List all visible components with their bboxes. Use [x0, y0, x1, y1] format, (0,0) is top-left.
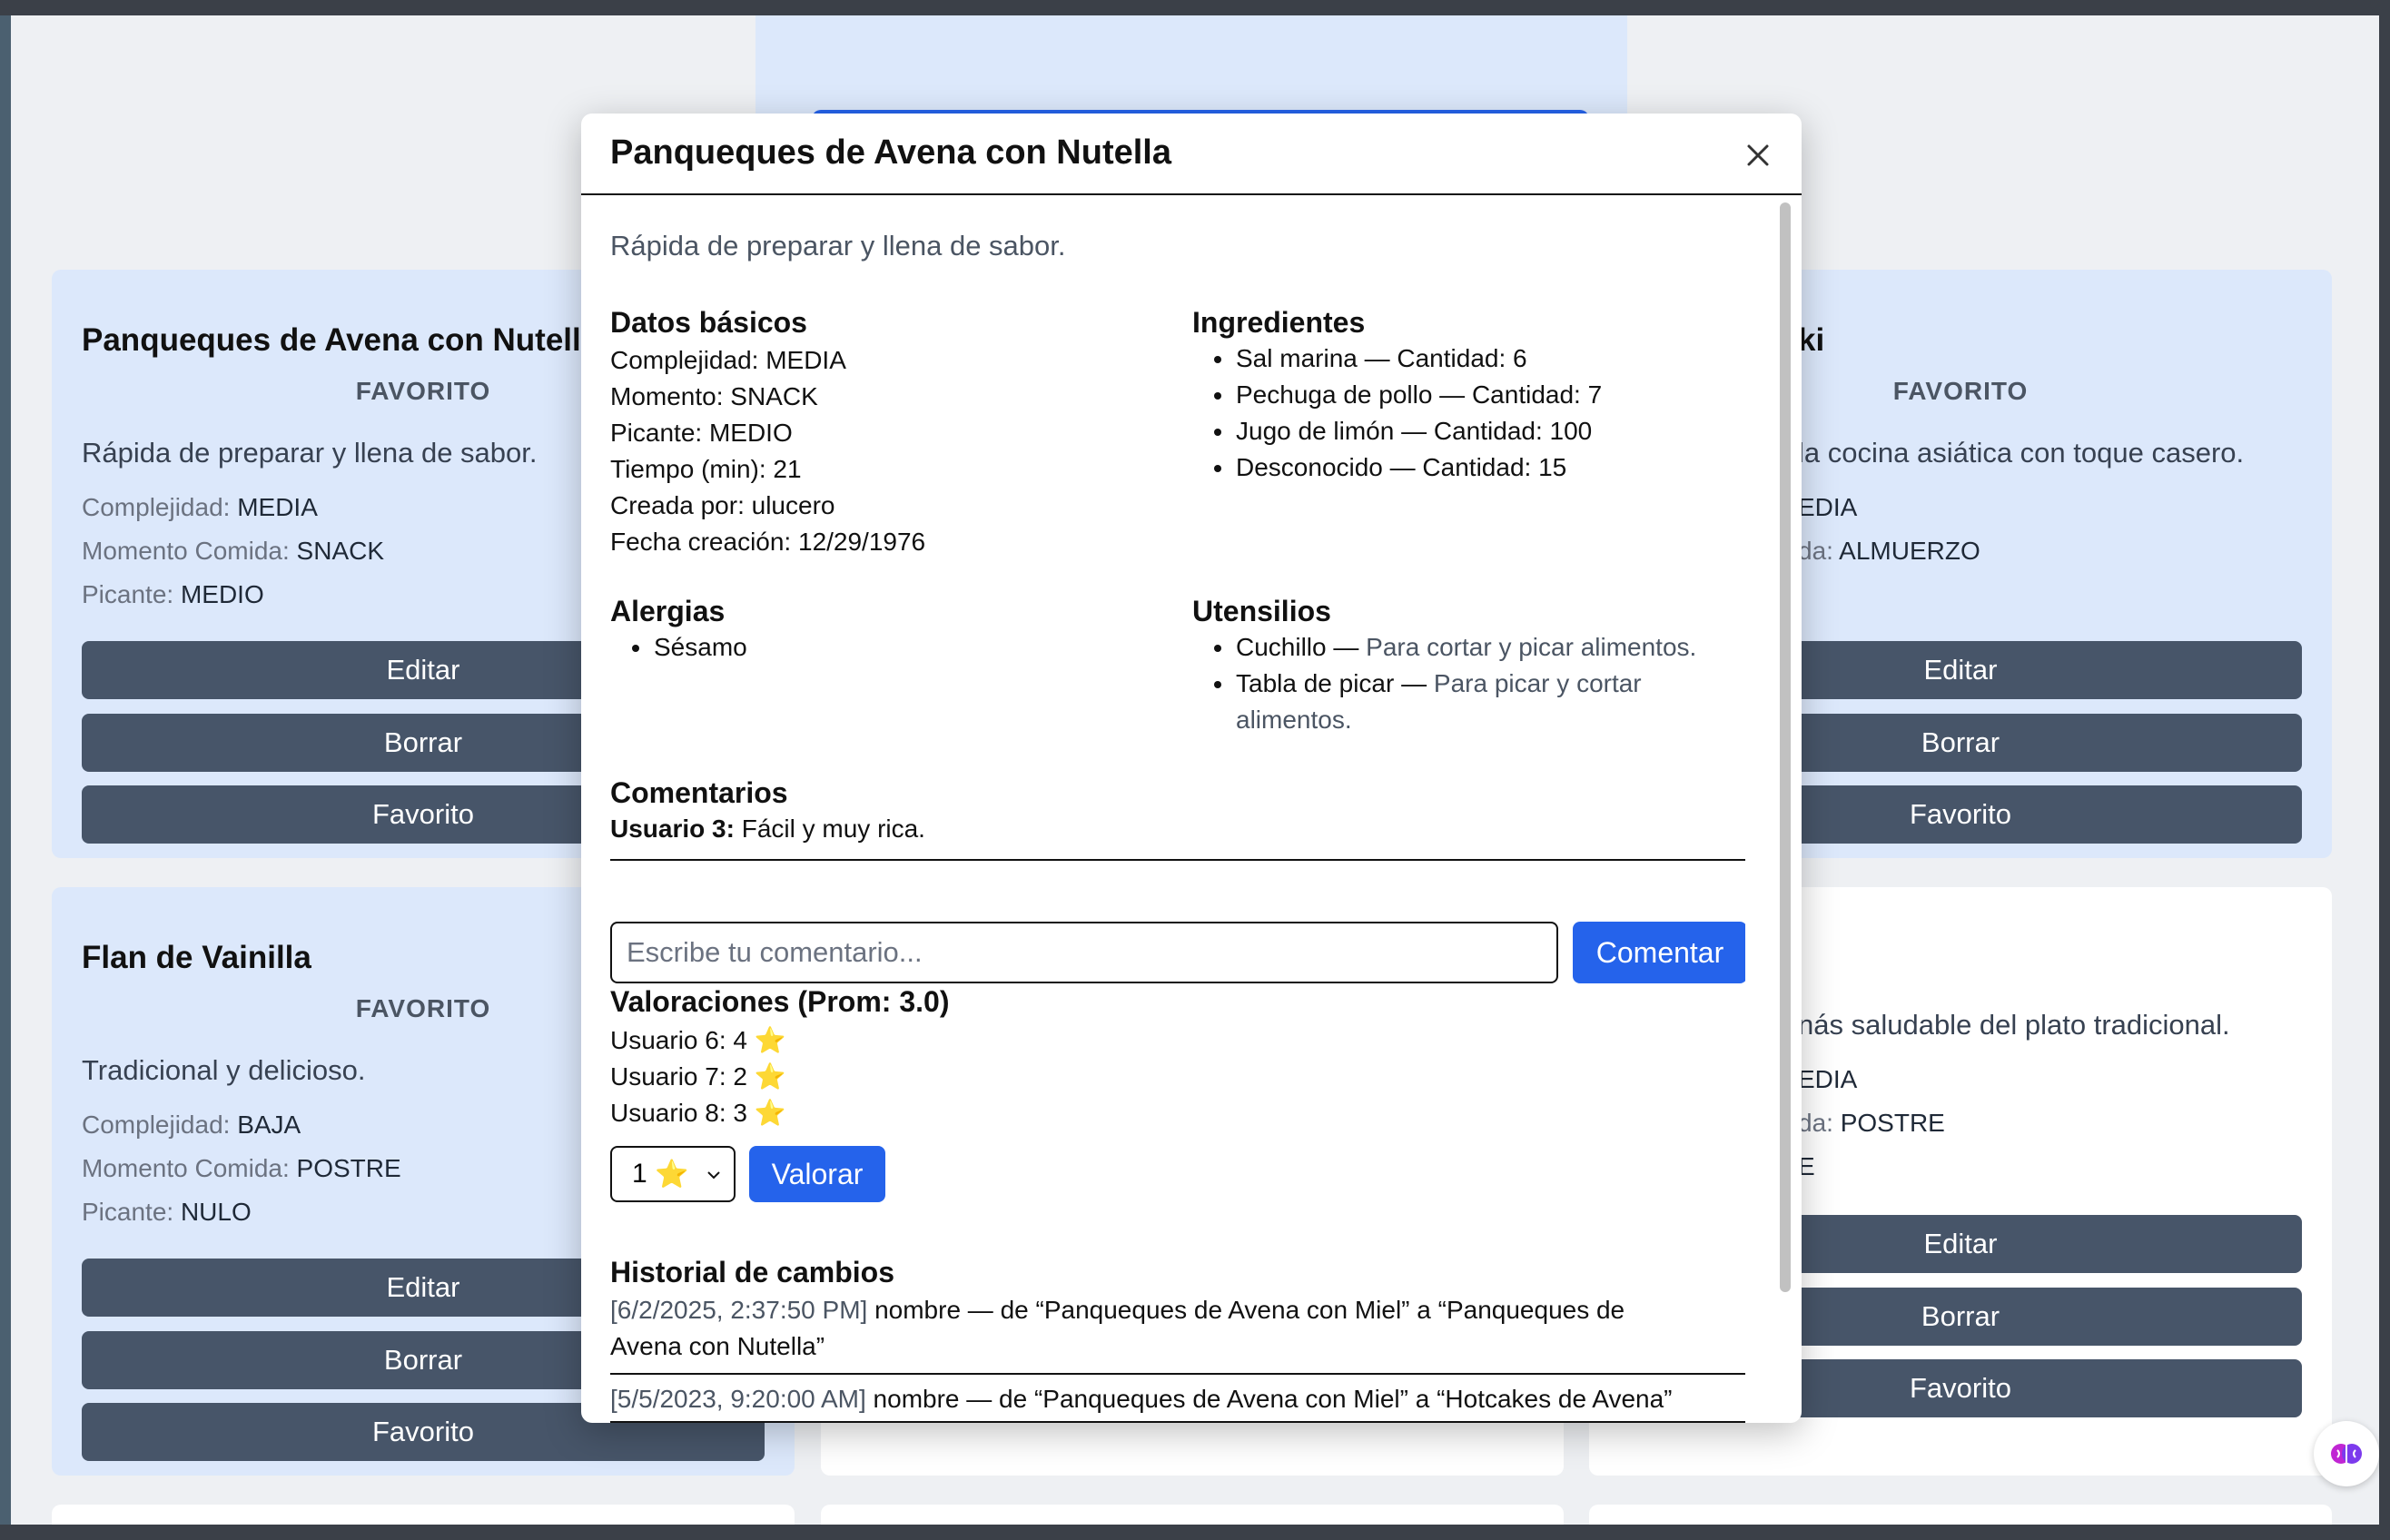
basic-data-line: Creada por: ulucero — [610, 491, 835, 519]
basic-data-line: Picante: MEDIO — [610, 419, 793, 447]
utensil-item: Cuchillo — Para cortar y picar alimentos… — [1213, 629, 1696, 666]
ingredient-item: Sal marina — Cantidad: 6 — [1214, 341, 1527, 377]
card-meta: EDIA — [1798, 493, 1858, 521]
window-bottom-bar — [0, 1525, 2390, 1540]
recipe-card — [821, 1505, 1564, 1525]
comments-heading: Comentarios — [610, 776, 788, 809]
star-icon: ⭐ — [754, 1026, 786, 1054]
history-entry: [6/2/2025, 2:37:50 PM] nombre — de “Panq… — [610, 1296, 1625, 1324]
close-button[interactable] — [1740, 137, 1776, 173]
comment-item: Usuario 3: Fácil y muy rica. — [610, 814, 925, 843]
divider — [610, 859, 1745, 861]
utensils-heading: Utensilios — [1192, 595, 1331, 627]
ingredient-item: Desconocido — Cantidad: 15 — [1213, 449, 1566, 486]
desktop-edge-right — [2379, 0, 2390, 1540]
brain-icon — [2331, 1444, 2362, 1464]
card-meta: Momento Comida: SNACK — [82, 537, 385, 565]
basic-data-line: Momento: SNACK — [610, 382, 818, 410]
star-icon: ⭐ — [655, 1159, 689, 1190]
allergies-heading: Alergias — [610, 595, 726, 627]
basic-data-heading: Datos básicos — [610, 306, 807, 339]
rating-select[interactable]: 1 ⭐ — [610, 1146, 736, 1202]
basic-data-line: Fecha creación: 12/29/1976 — [610, 528, 926, 556]
comment-input[interactable] — [610, 922, 1558, 983]
desktop-edge-left — [0, 0, 11, 1540]
close-icon — [1747, 144, 1769, 166]
card-description: Tradicional y delicioso. — [82, 1054, 366, 1086]
rate-submit-button[interactable]: Valorar — [749, 1146, 885, 1202]
card-description: la cocina asiática con toque casero. — [1798, 437, 2245, 469]
window-top-bar — [0, 0, 2390, 15]
utensil-item-continued: alimentos. — [1236, 706, 1352, 734]
rating-item: Usuario 6: 4 ⭐ — [610, 1026, 786, 1054]
basic-data-line: Complejidad: MEDIA — [610, 346, 846, 374]
ai-assistant-button[interactable] — [2314, 1421, 2379, 1486]
card-title: ki — [1798, 322, 1825, 358]
card-meta: EDIA — [1798, 1065, 1858, 1093]
card-title: Flan de Vainilla — [82, 940, 311, 975]
star-icon: ⭐ — [754, 1099, 786, 1127]
recipe-card — [52, 1505, 795, 1525]
ingredients-heading: Ingredientes — [1192, 306, 1366, 339]
rating-item: Usuario 7: 2 ⭐ — [610, 1062, 786, 1091]
history-heading: Historial de cambios — [610, 1256, 894, 1288]
card-meta: Momento Comida: POSTRE — [82, 1154, 401, 1182]
card-meta: da: POSTRE — [1798, 1109, 1945, 1137]
card-description: Rápida de preparar y llena de sabor. — [82, 437, 538, 469]
allergy-item: Sésamo — [632, 629, 747, 666]
history-entry: [5/5/2023, 9:20:00 AM] nombre — de “Panq… — [610, 1385, 1673, 1413]
ingredient-item: Pechuga de pollo — Cantidad: 7 — [1213, 377, 1602, 413]
recipe-detail-modal: Panqueques de Avena con Nutella Rápida d… — [581, 114, 1802, 1423]
star-icon: ⭐ — [754, 1062, 786, 1091]
card-meta: Picante: MEDIO — [82, 580, 264, 608]
utensil-item: Tabla de picar — Para picar y cortar — [1214, 666, 1642, 702]
card-meta: Picante: NULO — [82, 1198, 252, 1226]
card-meta: da: ALMUERZO — [1798, 537, 1980, 565]
card-meta: Complejidad: BAJA — [82, 1111, 301, 1139]
recipe-card — [1589, 1505, 2332, 1525]
modal-title: Panqueques de Avena con Nutella — [610, 133, 1172, 172]
divider — [610, 1373, 1745, 1375]
scrollbar-thumb[interactable] — [1780, 202, 1791, 1292]
divider — [610, 1421, 1745, 1423]
chevron-down-icon — [707, 1171, 720, 1180]
card-meta: Complejidad: MEDIA — [82, 493, 318, 521]
ingredient-item: Jugo de limón — Cantidad: 100 — [1213, 413, 1592, 449]
modal-body: Rápida de preparar y llena de sabor. Dat… — [610, 195, 1745, 1423]
recipe-description: Rápida de preparar y llena de sabor. — [610, 230, 1066, 262]
card-description: nás saludable del plato tradicional. — [1798, 1009, 2230, 1041]
basic-data-line: Tiempo (min): 21 — [610, 455, 802, 483]
ratings-heading: Valoraciones (Prom: 3.0) — [610, 985, 950, 1018]
comment-submit-button[interactable]: Comentar — [1573, 922, 1745, 983]
card-title: Panqueques de Avena con Nutella — [82, 322, 599, 358]
modal-header: Panqueques de Avena con Nutella — [581, 114, 1802, 195]
rating-item: Usuario 8: 3 ⭐ — [610, 1099, 786, 1127]
history-entry-continued: Avena con Nutella” — [610, 1332, 825, 1360]
